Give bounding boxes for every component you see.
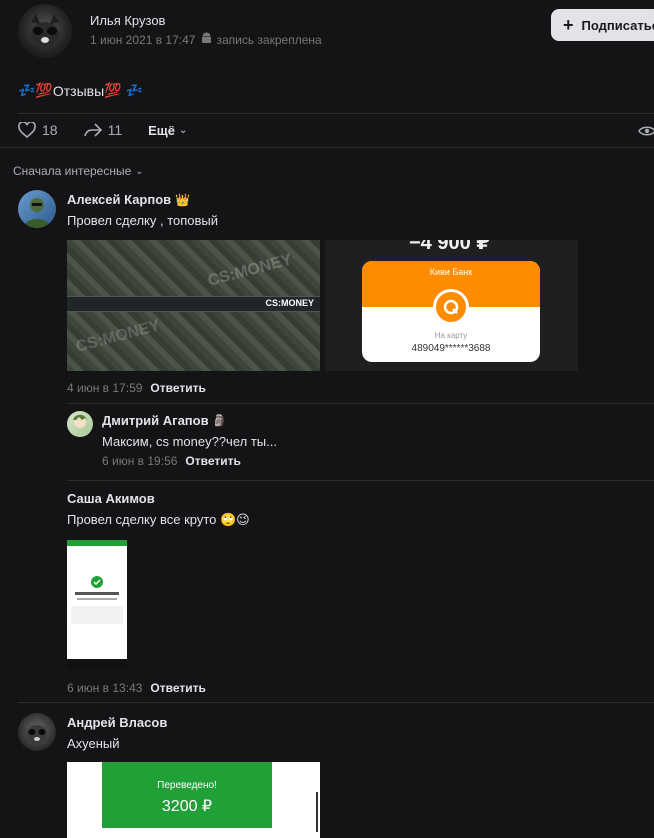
- reply-author[interactable]: Дмитрий Агапов 🗿: [102, 413, 226, 428]
- chevron-down-icon: ⌄: [179, 124, 188, 136]
- more-button[interactable]: Ещё ⌄: [148, 122, 187, 138]
- person-avatar-icon: [24, 198, 50, 228]
- comment-text: Провел сделку , топовый: [67, 213, 219, 228]
- comment-footer: 6 июн в 13:43 Ответить: [67, 681, 206, 695]
- reply-footer: 6 июн в 19:56 Ответить: [102, 454, 241, 468]
- comment-date[interactable]: 6 июн в 13:43: [67, 681, 142, 695]
- reply-date[interactable]: 6 июн в 19:56: [102, 454, 177, 468]
- subscribe-button[interactable]: + Подписаться: [551, 9, 654, 41]
- share-icon: [83, 123, 102, 137]
- anime-avatar-icon: [73, 414, 87, 428]
- comment-footer: 4 июн в 17:59 Ответить: [67, 381, 206, 395]
- reply-text: Максим, cs money??чел ты...: [102, 434, 277, 449]
- chevron-down-icon: ⌄: [135, 165, 144, 177]
- comment-divider: [67, 480, 654, 481]
- reply-button[interactable]: Ответить: [150, 381, 205, 395]
- comments-sort-label: Сначала интересные: [13, 164, 132, 178]
- crown-icon: 👑: [175, 192, 191, 207]
- post-author-avatar[interactable]: [18, 4, 72, 58]
- subscribe-label: Подписаться: [581, 17, 654, 33]
- phone-statusbar: [67, 540, 127, 546]
- transfer-label: Переведено!: [157, 780, 217, 791]
- banner-watermark: CS:MONEY: [74, 317, 162, 356]
- post-divider-top: [18, 113, 654, 114]
- title-text: Отзывы: [52, 82, 105, 99]
- raccoon-avatar-icon: [31, 14, 59, 46]
- post-divider-bottom: [0, 147, 654, 148]
- reply-button[interactable]: Ответить: [185, 454, 240, 468]
- banner-watermark: CS:MONEY: [206, 251, 294, 290]
- reply-button[interactable]: Ответить: [150, 681, 205, 695]
- comment-divider: [67, 403, 654, 404]
- title-emoji-suffix: 💯 💤: [104, 82, 143, 98]
- phone-line: [77, 598, 117, 600]
- raccoon-avatar-icon: [27, 725, 47, 743]
- post-date[interactable]: 1 июн 2021 в 17:47: [90, 33, 195, 47]
- comment-photo-transfer[interactable]: Переведено! 3200 ₽: [67, 762, 320, 838]
- comment-photo-phone[interactable]: [67, 540, 127, 669]
- comment-avatar[interactable]: [18, 190, 56, 228]
- comment-author[interactable]: Андрей Власов: [67, 715, 167, 730]
- phone-line: [75, 592, 119, 595]
- comment-text: Ахуеный: [67, 736, 120, 751]
- plus-icon: +: [563, 15, 574, 35]
- qiwi-amount: −4 900 ₽: [409, 240, 491, 254]
- pinned-label: запись закреплена: [216, 32, 322, 47]
- post-actions: 18 11 Ещё ⌄: [18, 122, 187, 138]
- share-count: 11: [107, 122, 123, 138]
- moai-icon: 🗿: [212, 415, 227, 427]
- check-icon: [91, 576, 103, 588]
- title-emoji-prefix: 💤💯: [18, 82, 53, 98]
- banner-brand: CS:MONEY: [265, 298, 314, 308]
- share-button[interactable]: 11: [83, 122, 123, 138]
- comment-date[interactable]: 4 июн в 17:59: [67, 381, 142, 395]
- comment-avatar[interactable]: [18, 713, 56, 751]
- heart-icon: [18, 122, 36, 138]
- comment-author[interactable]: Саша Акимов: [67, 491, 155, 506]
- more-label: Ещё: [148, 122, 175, 138]
- comment-text: Провел сделку все круто 🙄😉: [67, 512, 250, 527]
- qiwi-logo-icon: [433, 289, 469, 325]
- post-author-name[interactable]: Илья Крузов: [90, 13, 165, 28]
- comment-author[interactable]: Алексей Карпов 👑: [67, 192, 190, 207]
- post-meta: 1 июн 2021 в 17:47 запись закреплена: [90, 32, 322, 47]
- transfer-card: Переведено! 3200 ₽: [102, 762, 272, 828]
- phone-block: [71, 606, 123, 624]
- eye-icon: [638, 124, 654, 142]
- comment-author-name: Алексей Карпов: [67, 192, 172, 207]
- reply-author-name: Дмитрий Агапов: [102, 413, 209, 428]
- like-button[interactable]: 18: [18, 122, 58, 138]
- comment-divider: [18, 702, 654, 703]
- android-icon: [201, 32, 212, 47]
- qiwi-card-number: 489049******3688: [411, 343, 491, 354]
- transfer-amount: 3200 ₽: [161, 798, 213, 815]
- qiwi-card: Киви Банк На карту 489049******3688: [362, 261, 540, 362]
- like-count: 18: [42, 122, 58, 138]
- post-title: 💤💯 Отзывы 💯 💤: [18, 82, 143, 99]
- scrollbar: [316, 792, 318, 832]
- qiwi-to-card: На карту: [434, 331, 468, 340]
- comment-photo-qiwi[interactable]: −4 900 ₽ Киви Банк На карту 489049******…: [325, 240, 578, 371]
- reply-avatar[interactable]: [67, 411, 93, 437]
- comment-photo-csmoney[interactable]: CS:MONEY CS:MONEY CS:MONEY: [67, 240, 320, 371]
- qiwi-bank-name: Киви Банк: [429, 267, 473, 277]
- phone-navbar: [67, 659, 127, 669]
- comments-sort[interactable]: Сначала интересные ⌄: [13, 164, 144, 178]
